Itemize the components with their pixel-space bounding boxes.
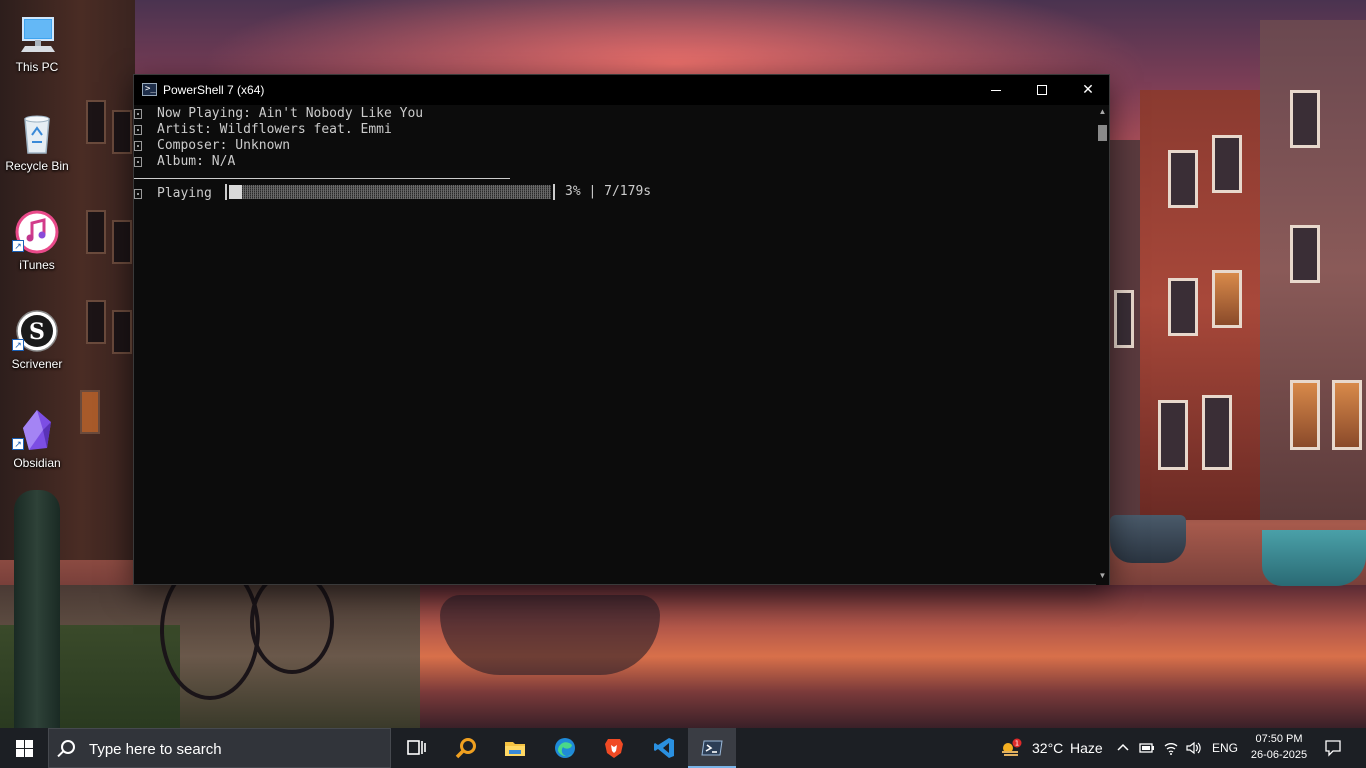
album-text: Album: N/A xyxy=(157,154,236,169)
powershell-icon: >_ xyxy=(142,83,157,96)
right-buildings xyxy=(1110,0,1366,540)
desktop-icon-label: Obsidian xyxy=(13,456,61,470)
boat xyxy=(1110,515,1186,563)
taskbar-powershell[interactable] xyxy=(688,728,736,768)
desktop-icon-label: iTunes xyxy=(19,258,55,272)
close-button[interactable]: ✕ xyxy=(1065,75,1111,105)
weather-widget-icon[interactable]: 1 xyxy=(1000,738,1022,758)
desktop-icon-obsidian[interactable]: ↗ Obsidian xyxy=(4,404,70,484)
desktop-icon-this-pc[interactable]: This PC xyxy=(4,8,70,88)
composer-text: Composer: Unknown xyxy=(157,138,291,153)
playback-state: Playing xyxy=(157,186,212,201)
console-output[interactable]: Now Playing: Ain't Nobody Like You Artis… xyxy=(134,105,1096,585)
scroll-up-icon[interactable]: ▲ xyxy=(1098,107,1107,117)
search-placeholder: Type here to search xyxy=(89,741,222,758)
console-line-status: Playing xyxy=(134,186,212,202)
task-view-icon xyxy=(407,740,426,755)
console-line-now-playing: Now Playing: Ain't Nobody Like You xyxy=(134,106,423,122)
desktop-icon-label: Scrivener xyxy=(11,357,63,371)
wifi-icon[interactable] xyxy=(1163,740,1179,756)
powershell-window[interactable]: >_ PowerShell 7 (x64) ✕ Now Playing: Ain… xyxy=(133,74,1110,585)
notifications-icon[interactable] xyxy=(1324,739,1342,757)
clock-date: 26-06-2025 xyxy=(1250,749,1308,761)
brave-icon xyxy=(605,739,623,758)
taskbar-edge[interactable] xyxy=(541,728,589,768)
missing-glyph-icon xyxy=(134,157,142,167)
scroll-thumb[interactable] xyxy=(1098,125,1107,141)
start-button[interactable] xyxy=(0,728,48,768)
scroll-down-icon[interactable]: ▼ xyxy=(1098,571,1107,581)
weather-temp[interactable]: 32°C xyxy=(1032,740,1063,756)
bicycle-wheel xyxy=(250,570,334,674)
taskbar-brave[interactable] xyxy=(590,728,638,768)
battery-icon[interactable] xyxy=(1139,740,1155,756)
weather-condition[interactable]: Haze xyxy=(1070,740,1103,756)
taskbar-search-app[interactable] xyxy=(442,728,490,768)
taskbar-clock[interactable]: 07:50 PM 26-06-2025 xyxy=(1240,731,1318,763)
minimize-icon xyxy=(991,89,1001,91)
recycle-bin-icon xyxy=(15,111,59,155)
shortcut-arrow-icon: ↗ xyxy=(12,438,24,450)
maximize-button[interactable] xyxy=(1019,75,1065,105)
search-icon xyxy=(61,740,75,754)
desktop-icon-label: This PC xyxy=(15,60,59,74)
desktop-icon-itunes[interactable]: ↗ iTunes xyxy=(4,206,70,286)
weather-badge: 1 xyxy=(1015,740,1019,748)
maximize-icon xyxy=(1037,85,1047,95)
taskbar-task-view[interactable] xyxy=(392,728,440,768)
taskbar-file-explorer[interactable] xyxy=(491,728,539,768)
artist-text: Artist: Wildflowers feat. Emmi xyxy=(157,122,392,137)
shortcut-arrow-icon: ↗ xyxy=(12,339,24,351)
boat xyxy=(1262,530,1366,586)
window-title: PowerShell 7 (x64) xyxy=(163,83,265,97)
shortcut-arrow-icon: ↗ xyxy=(12,240,24,252)
playback-progress-bar xyxy=(225,184,557,200)
powershell-icon xyxy=(701,740,723,756)
console-line-composer: Composer: Unknown xyxy=(134,138,290,154)
console-line-artist: Artist: Wildflowers feat. Emmi xyxy=(134,122,392,138)
close-icon: ✕ xyxy=(1082,82,1094,98)
desktop-icon-label: Recycle Bin xyxy=(5,159,69,173)
chevron-up-icon[interactable] xyxy=(1115,740,1131,756)
file-explorer-icon xyxy=(505,742,525,756)
missing-glyph-icon xyxy=(134,125,142,135)
missing-glyph-icon xyxy=(134,141,142,151)
taskbar: Type here to search 1 32°C Haze ENG 07:5… xyxy=(0,728,1366,768)
canal-water xyxy=(380,585,1366,728)
taskbar-vscode[interactable] xyxy=(640,728,688,768)
mooring-post xyxy=(14,490,60,728)
window-titlebar[interactable]: >_ PowerShell 7 (x64) ✕ xyxy=(134,75,1109,105)
minimize-button[interactable] xyxy=(973,75,1019,105)
progress-track xyxy=(229,185,551,199)
desktop-icon-recycle-bin[interactable]: Recycle Bin xyxy=(4,107,70,187)
console-line-album: Album: N/A xyxy=(134,154,235,170)
computer-icon xyxy=(15,12,59,56)
missing-glyph-icon xyxy=(134,109,142,119)
console-scrollbar[interactable]: ▲ ▼ xyxy=(1096,105,1109,585)
svg-text:S: S xyxy=(29,319,45,345)
edge-icon xyxy=(555,738,575,758)
missing-glyph-icon xyxy=(134,189,142,199)
search-app-icon xyxy=(455,738,476,759)
vscode-icon xyxy=(654,738,674,758)
separator-line xyxy=(134,178,510,179)
progress-text: 3% | 7/179s xyxy=(565,184,652,199)
clock-time: 07:50 PM xyxy=(1255,733,1303,745)
language-indicator[interactable]: ENG xyxy=(1212,741,1238,755)
desktop-icon-scrivener[interactable]: S ↗ Scrivener xyxy=(4,305,70,385)
taskbar-search-box[interactable]: Type here to search xyxy=(48,728,391,768)
volume-icon[interactable] xyxy=(1185,740,1201,756)
now-playing-text: Now Playing: Ain't Nobody Like You xyxy=(157,106,424,121)
progress-fill xyxy=(229,185,242,199)
